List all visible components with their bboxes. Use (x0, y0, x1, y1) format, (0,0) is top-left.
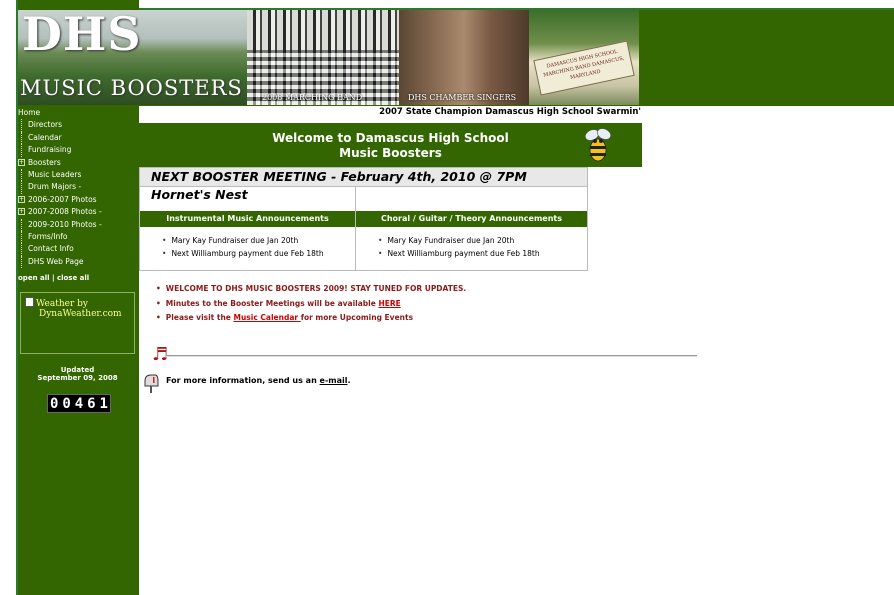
sidebar-item-2006-2007-photos[interactable]: +2006-2007 Photos (18, 194, 138, 206)
counter-digit: 4 (74, 395, 84, 412)
open-all-link[interactable]: open all (18, 274, 50, 282)
contact-text: For more information, send us an (166, 376, 320, 385)
choral-list: Mary Kay Fundraiser due Jan 20th Next Wi… (378, 234, 540, 260)
separator: | (51, 274, 55, 282)
news-item: Please visit the Music Calendar for more… (156, 311, 466, 326)
sidebar-item-label: Fundraising (28, 145, 72, 155)
expand-icon[interactable]: + (18, 195, 25, 203)
sidebar-item-label: Directors (28, 120, 63, 130)
music-calendar-link[interactable]: Music Calendar (234, 313, 301, 322)
ticker-text: 2007 State Champion Damascus High School… (379, 107, 641, 117)
welcome-line2: Music Boosters (339, 146, 442, 160)
sidebar-item-label: Forms/Info (28, 232, 68, 242)
sidebar-item-drum-majors[interactable]: Drum Majors - (21, 181, 138, 194)
updated-label: Updated (60, 366, 95, 374)
news-text: WELCOME TO DHS MUSIC BOOSTERS 2009! STAY… (165, 284, 467, 293)
welcome-banner: Welcome to Damascus High School Music Bo… (139, 123, 642, 167)
expand-icon[interactable]: + (18, 158, 25, 166)
counter-digit: 1 (99, 395, 108, 412)
sidebar-item-label: Calendar (28, 132, 62, 142)
sidebar-item-2009-2010-photos[interactable]: 2009-2010 Photos - (21, 218, 138, 232)
counter-digit: 0 (62, 395, 71, 412)
nav-home[interactable]: Home (18, 107, 138, 119)
logo-music-boosters: MUSIC BOOSTERS (20, 76, 243, 100)
sidebar-item-dhs-web-page[interactable]: DHS Web Page (21, 255, 138, 269)
column-divider (355, 211, 356, 270)
sidebar-item-boosters[interactable]: + Boosters (18, 157, 138, 169)
sidebar-item-label: 2007-2008 Photos - (28, 207, 102, 217)
hit-counter: 0 0 4 6 1 (47, 394, 111, 413)
sidebar-item-directors[interactable]: Directors (21, 119, 138, 132)
news-text: Please visit the (165, 313, 234, 322)
sidebar-item-fundraising[interactable]: Fundraising (21, 144, 138, 157)
blank-cell (356, 186, 587, 211)
sidebar-item-contact-info[interactable]: Contact Info (21, 243, 138, 256)
instrumental-list: Mary Kay Fundraiser due Jan 20th Next Wi… (162, 234, 324, 260)
next-meeting-heading: NEXT BOOSTER MEETING - February 4th, 201… (140, 168, 587, 202)
news-list: WELCOME TO DHS MUSIC BOOSTERS 2009! STAY… (156, 282, 466, 326)
close-all-link[interactable]: close all (57, 274, 89, 282)
sidebar-item-label: 2009-2010 Photos - (28, 219, 102, 229)
weather-line1: Weather by (36, 299, 88, 309)
email-link[interactable]: e-mail (320, 376, 348, 385)
nav-tree: Directors Calendar Fundraising + Boosters Mus… (18, 119, 138, 269)
left-frame-margin (0, 0, 16, 595)
news-text: for more Upcoming Events (300, 313, 414, 322)
sidebar-item-label: Boosters (28, 157, 61, 167)
expand-icon[interactable]: + (18, 208, 25, 216)
news-text: Minutes to the Booster Meetings will be … (165, 298, 379, 308)
sidebar-item-label: Drum Majors - (28, 182, 82, 192)
sidebar-item-2007-2008-photos[interactable]: +2007-2008 Photos - (18, 206, 138, 218)
contact-suffix: . (347, 376, 351, 385)
sidebar-item-label: DHS Web Page (28, 256, 84, 266)
updated-info: Updated September 09, 2008 (20, 366, 135, 382)
sidebar-item-label: 2006-2007 Photos (28, 194, 97, 204)
sidebar-item-label: Music Leaders (28, 170, 82, 180)
sidebar-nav: Home Directors Calendar Fundraising + Booste… (18, 107, 138, 269)
mailbox-icon (144, 374, 159, 393)
hornet-mascot-icon (585, 128, 611, 162)
counter-digit: 6 (87, 395, 96, 412)
choral-header: Choral / Guitar / Theory Announcements (356, 211, 587, 227)
tree-controls: open all | close all (18, 274, 89, 282)
logo-dhs: DHS (22, 7, 142, 61)
sidebar-item-label: Contact Info (28, 244, 74, 254)
weather-widget[interactable]: Weather by DynaWeather.com (20, 292, 135, 354)
news-item: WELCOME TO DHS MUSIC BOOSTERS 2009! STAY… (156, 282, 466, 297)
announcements-table: NEXT BOOSTER MEETING - February 4th, 201… (139, 167, 588, 271)
minutes-here-link[interactable]: HERE (378, 299, 400, 308)
news-item: Minutes to the Booster Meetings will be … (156, 297, 466, 312)
marching-band-caption: 2008 MARCHING BAND (262, 93, 363, 102)
list-item: Mary Kay Fundraiser due Jan 20th (378, 234, 540, 247)
list-item: Mary Kay Fundraiser due Jan 20th (162, 234, 324, 247)
chamber-singers-photo (399, 10, 529, 105)
list-item: Next Williamburg payment due Feb 18th (162, 247, 323, 260)
weather-line2: DynaWeather.com (39, 309, 122, 319)
chamber-singers-caption: DHS CHAMBER SINGERS (408, 93, 517, 102)
horizontal-rule (166, 355, 697, 357)
sidebar-item-forms-info[interactable]: Forms/Info (21, 231, 138, 244)
blank-cell (140, 186, 356, 211)
broken-image-icon (25, 297, 34, 307)
sidebar-item-music-leaders[interactable]: Music Leaders (21, 169, 138, 182)
contact-line: For more information, send us an e-mail. (166, 376, 351, 385)
list-item: Next Williamburg payment due Feb 18th (378, 247, 539, 260)
scrolling-ticker: 2007 State Champion Damascus High School… (139, 107, 641, 120)
counter-digit: 0 (49, 395, 59, 412)
sidebar-item-calendar[interactable]: Calendar (21, 131, 138, 145)
welcome-line1: Welcome to Damascus High School (272, 131, 509, 145)
updated-date: September 09, 2008 (37, 374, 118, 382)
instrumental-header: Instrumental Music Announcements (140, 211, 355, 227)
